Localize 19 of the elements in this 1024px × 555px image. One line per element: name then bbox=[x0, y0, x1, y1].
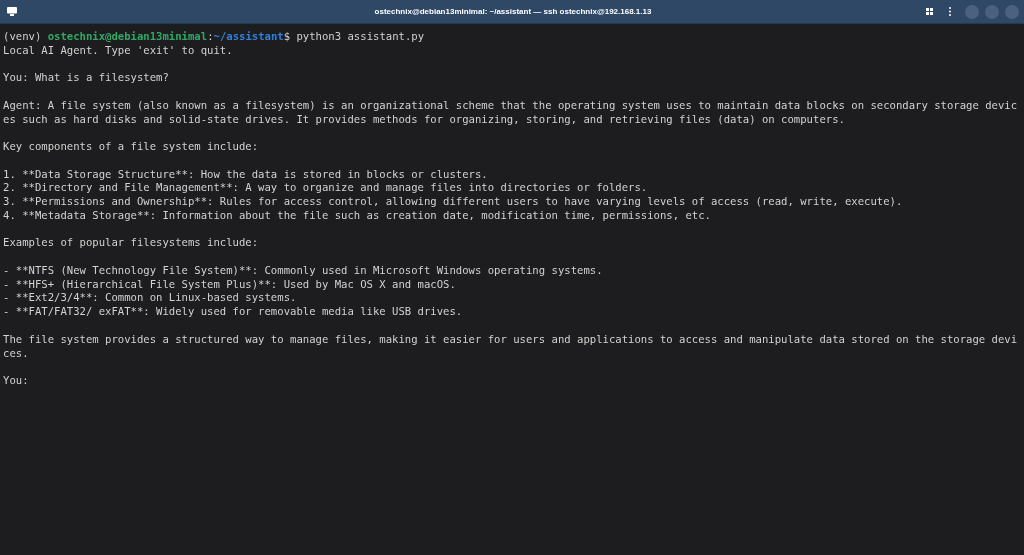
terminal-output-text: - **FAT/FAT32/ exFAT**: Widely used for removable media like USB drives. bbox=[3, 305, 463, 319]
terminal-output-text: 4. **Metadata Storage**: Information about the file such as creation date, modification time, permissions, etc. bbox=[3, 208, 711, 223]
terminal-output-text: You: bbox=[3, 374, 29, 388]
terminal-output-text: The file system provides a structured way to manage files, making it easier for users and applications to access and manipulate data stored on the storage devices. bbox=[3, 332, 1019, 361]
terminal-output-text: - **Ext2/3/4**: Common on Linux-based systems. bbox=[3, 291, 297, 306]
terminal-output-text: Local AI Agent. Type 'exit' to quit. bbox=[3, 43, 233, 58]
terminal-output-text: Agent: A file system (also known as a filesystem) is an organizational scheme that the operating system uses to maintain data blocks on secondary storage devices such as hard disks and solid-state drives. It provides methods for organizing, storing, and retrieving files (data) on computers. bbox=[3, 98, 1019, 127]
terminal-output-text: 3. **Permissions and Ownership**: Rules for access control, allowing different users to have varying levels of access (read, write, execute). bbox=[3, 195, 903, 209]
terminal-output-text: Examples of popular filesystems include: bbox=[3, 236, 259, 251]
shell-prompt-line: (venv) ostechnix@debian13minimal:~/assistant$ python3 assistant.py bbox=[3, 30, 425, 44]
grid-icon[interactable] bbox=[926, 8, 933, 15]
terminal-output-text: - **NTFS (New Technology File System)**: Commonly used in Microsoft Windows operating systems. bbox=[3, 263, 603, 278]
terminal-output-text: 1. **Data Storage Structure**: How the data is stored in blocks or clusters. bbox=[3, 167, 488, 182]
window-title: ostechnix@debian13minimal: ~/assistant — ssh ostechnix@192.168.1.13 bbox=[373, 7, 653, 16]
terminal-output-text: You: What is a filesystem? bbox=[3, 71, 169, 86]
terminal-output-text: Key components of a file system include: bbox=[3, 140, 259, 154]
terminal-output-text: 2. **Directory and File Management**: A way to organize and manage files into directories or folders. bbox=[3, 181, 648, 196]
monitor-icon[interactable] bbox=[7, 7, 17, 16]
terminal-output-text: - **HFS+ (Hierarchical File System Plus)**: Used by Mac OS X and macOS. bbox=[3, 277, 456, 292]
